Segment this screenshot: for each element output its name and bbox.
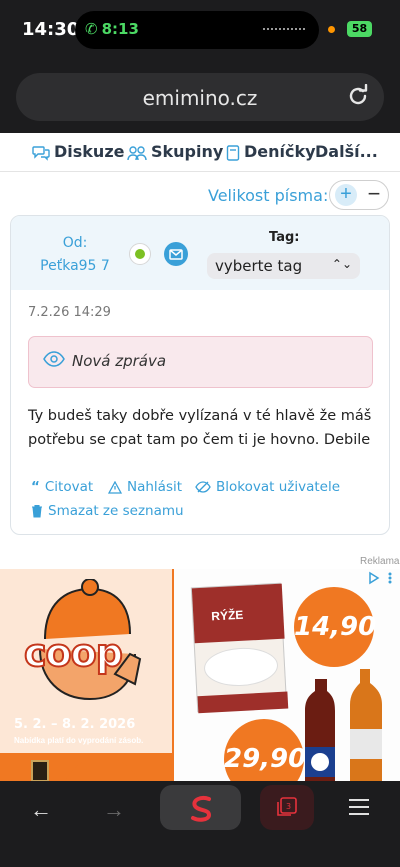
block-user-button[interactable]: Blokovat uživatele — [195, 479, 340, 495]
action-label: Nahlásit — [127, 479, 183, 495]
forward-arrow-icon[interactable]: → — [103, 797, 125, 823]
privacy-indicator — [328, 26, 335, 33]
eye-icon — [43, 351, 65, 367]
site-nav: Diskuze Skupiny Deníčky Další... — [0, 133, 400, 172]
nav-label: Skupiny — [151, 142, 224, 161]
adchoices-icon[interactable] — [368, 571, 396, 585]
remove-from-list-button[interactable]: Smazat ze seznamu — [31, 503, 184, 519]
battery-icon: 58 — [347, 21, 372, 37]
font-increase-button[interactable]: + — [335, 184, 357, 206]
warning-icon — [108, 480, 122, 494]
address-bar[interactable]: emimino.cz — [16, 73, 384, 121]
trash-icon — [32, 504, 42, 518]
browser-logo-icon — [191, 795, 212, 822]
nav-item-skupiny[interactable]: Skupiny — [127, 142, 223, 161]
svg-text:3: 3 — [286, 802, 291, 811]
action-label: Citovat — [44, 479, 94, 495]
nav-item-diskuze[interactable]: Diskuze — [32, 142, 124, 161]
online-status-icon — [129, 243, 151, 265]
nav-label: Deníčky — [244, 142, 316, 161]
url-text[interactable]: emimino.cz — [16, 86, 384, 110]
action-label: Blokovat uživatele — [216, 479, 341, 495]
tag-select-value: vyberte tag — [215, 257, 303, 275]
soda-bottles-image — [305, 669, 382, 781]
status-bar: 14:30 ✆ 8:13 58 — [0, 0, 400, 62]
call-indicator[interactable]: ✆ 8:13 — [85, 20, 139, 38]
phone-icon: ✆ — [85, 20, 98, 38]
ad-note: Nabídka platí do vyprodání zásob. — [14, 736, 144, 745]
notebook-icon — [226, 144, 240, 161]
dynamic-island[interactable]: ✆ 8:13 — [75, 11, 319, 49]
font-size-control: + − — [329, 180, 389, 210]
rice-product-image: RÝŽE — [190, 582, 289, 714]
price-tag-1: 14,90 — [294, 587, 376, 667]
call-time: 8:13 — [101, 20, 139, 38]
post-header: Od: Peťka95 7 Tag: vyberte tag ⌃⌄ — [11, 216, 389, 290]
coop-logo: coop — [23, 630, 124, 676]
nav-item-dalsi[interactable]: Další... — [315, 142, 378, 161]
nav-label: Diskuze — [54, 142, 125, 161]
waveform-icon — [263, 28, 305, 31]
font-decrease-button[interactable]: − — [363, 183, 385, 206]
group-icon — [127, 145, 147, 160]
tabs-icon: 3 — [277, 797, 297, 816]
new-message-text: Nová zpráva — [72, 352, 167, 370]
ad-dates: 5. 2. – 8. 2. 2026 — [14, 717, 136, 732]
nav-item-denicky[interactable]: Deníčky — [226, 142, 316, 161]
nav-label: Další... — [315, 142, 378, 161]
chat-bubbles-icon — [32, 145, 50, 161]
menu-icon[interactable] — [349, 799, 369, 820]
jar-product-image — [31, 760, 49, 781]
ad-label: Reklama — [360, 556, 400, 567]
mail-icon[interactable] — [164, 242, 188, 266]
tabs-button[interactable]: 3 — [260, 785, 314, 830]
browser-bottom-bar: ← → 3 — [0, 781, 400, 867]
quote-icon: “ — [31, 479, 40, 495]
action-label: Smazat ze seznamu — [48, 503, 184, 519]
post-card: Od: Peťka95 7 Tag: vyberte tag ⌃⌄ 7.2.26… — [10, 215, 390, 535]
status-time: 14:30 — [22, 19, 80, 40]
post-date: 7.2.26 14:29 — [28, 305, 111, 320]
ad-brand-panel: coop 5. 2. – 8. 2. 2026 Nabídka platí do… — [0, 569, 172, 753]
price-tag-3 — [62, 757, 142, 781]
font-size-label: Velikost písma: — [208, 186, 329, 205]
tag-select[interactable]: vyberte tag ⌃⌄ — [207, 253, 360, 279]
post-author[interactable]: Od: Peťka95 7 — [33, 232, 117, 278]
home-button[interactable] — [160, 785, 241, 830]
post-body: Ty budeš taky dobře vylízaná v té hlavě … — [28, 408, 372, 448]
eye-slash-icon — [195, 481, 211, 493]
back-arrow-icon[interactable]: ← — [30, 797, 52, 823]
new-message-badge: Nová zpráva — [28, 336, 373, 388]
reload-icon[interactable] — [346, 84, 370, 108]
rice-product-label: RÝŽE — [210, 607, 244, 624]
chevron-updown-icon: ⌃⌄ — [331, 257, 352, 271]
report-button[interactable]: Nahlásit — [108, 479, 182, 495]
tag-label: Tag: — [269, 230, 300, 245]
browser-toolbar: emimino.cz — [0, 62, 400, 133]
quote-button[interactable]: “Citovat — [31, 479, 93, 495]
